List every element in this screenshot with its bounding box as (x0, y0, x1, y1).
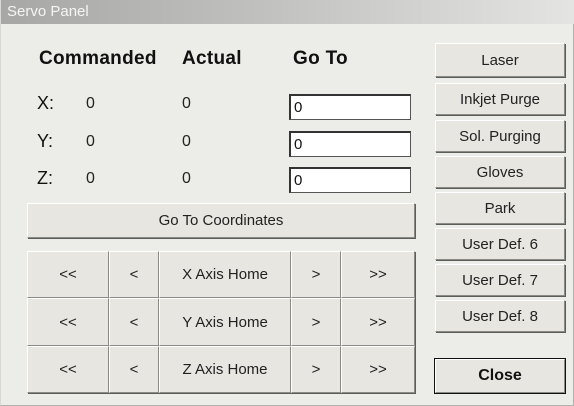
y-commanded-value: 0 (86, 133, 95, 150)
z-slow-positive-button[interactable]: > (291, 346, 341, 393)
user-def-7-button[interactable]: User Def. 7 (435, 264, 565, 296)
z-actual-value: 0 (182, 170, 191, 187)
y-fast-positive-button[interactable]: >> (341, 298, 415, 346)
header-goto: Go To (293, 48, 348, 69)
close-button[interactable]: Close (434, 358, 566, 394)
header-commanded: Commanded (39, 48, 157, 69)
go-to-coordinates-button[interactable]: Go To Coordinates (27, 203, 415, 238)
x-axis-home-button[interactable]: X Axis Home (159, 251, 291, 298)
y-axis-home-button[interactable]: Y Axis Home (159, 298, 291, 346)
x-goto-input[interactable] (289, 94, 411, 120)
z-fast-negative-button[interactable]: << (27, 346, 109, 393)
z-commanded-value: 0 (86, 170, 95, 187)
z-axis-home-button[interactable]: Z Axis Home (159, 346, 291, 393)
y-axis-label: Y: (37, 131, 54, 151)
x-slow-negative-button[interactable]: < (109, 251, 159, 298)
park-button[interactable]: Park (435, 192, 565, 224)
y-fast-negative-button[interactable]: << (27, 298, 109, 346)
x-fast-positive-button[interactable]: >> (341, 251, 415, 298)
y-slow-positive-button[interactable]: > (291, 298, 341, 346)
x-fast-negative-button[interactable]: << (27, 251, 109, 298)
window-title: Servo Panel (1, 0, 574, 24)
x-slow-positive-button[interactable]: > (291, 251, 341, 298)
z-axis-label: Z: (37, 168, 53, 188)
x-commanded-value: 0 (86, 95, 95, 112)
z-goto-input[interactable] (289, 167, 411, 193)
header-actual: Actual (182, 48, 242, 69)
servo-panel-window: Servo Panel Commanded Actual Go To X: 0 … (0, 0, 574, 406)
y-goto-input[interactable] (289, 131, 411, 157)
y-slow-negative-button[interactable]: < (109, 298, 159, 346)
z-fast-positive-button[interactable]: >> (341, 346, 415, 393)
laser-button[interactable]: Laser (435, 43, 565, 77)
x-actual-value: 0 (182, 95, 191, 112)
inkjet-purge-button[interactable]: Inkjet Purge (435, 83, 565, 115)
z-slow-negative-button[interactable]: < (109, 346, 159, 393)
y-actual-value: 0 (182, 133, 191, 150)
gloves-button[interactable]: Gloves (435, 156, 565, 188)
user-def-8-button[interactable]: User Def. 8 (435, 300, 565, 332)
x-axis-label: X: (37, 93, 55, 113)
sol-purging-button[interactable]: Sol. Purging (435, 120, 565, 152)
user-def-6-button[interactable]: User Def. 6 (435, 228, 565, 260)
